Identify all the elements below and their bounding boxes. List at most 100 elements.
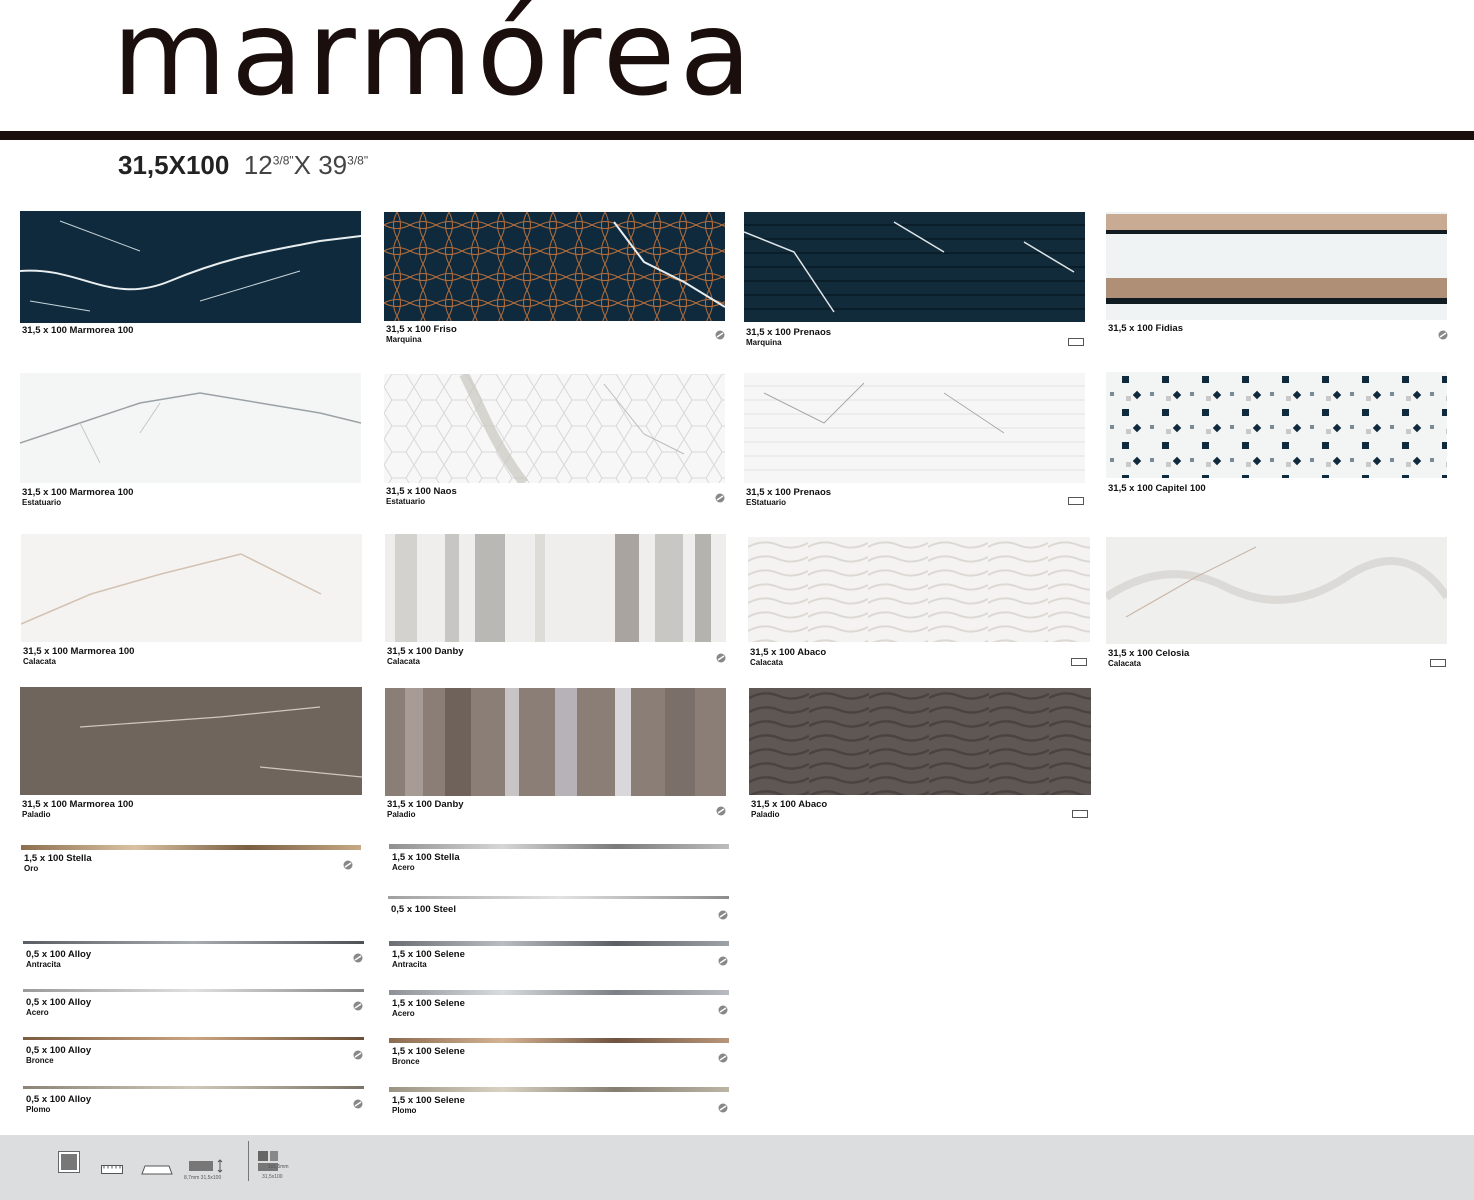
strip-bar (23, 1086, 364, 1089)
strip-sublabel: Acero (26, 1008, 49, 1017)
tile-label: 31,5 x 100 Marmorea 100 (23, 646, 135, 657)
metal-finish-icon (716, 648, 726, 667)
strip-bar (389, 1038, 729, 1043)
strip-label: 0,5 x 100 Alloy (26, 997, 92, 1008)
metal-finish-icon (1438, 325, 1448, 344)
tile-caption: 31,5 x 100 Marmorea 100 Paladio (22, 800, 133, 820)
metal-finish-icon (718, 1098, 728, 1117)
strip-alloy-bronce[interactable]: 0,5 x 100 Alloy Bronce (23, 1037, 364, 1067)
legend-footer: 8,7mm 31,5x100 1x1,5mm 31,5x100 (0, 1135, 1474, 1200)
tile-label: 31,5 x 100 Prenaos (746, 487, 832, 498)
tile-marmorea-estatuario[interactable]: 31,5 x 100 Marmorea 100 Estatuario (20, 373, 362, 513)
strip-label: 1,5 x 100 Stella (392, 852, 460, 863)
strip-label: 1,5 x 100 Stella (24, 853, 92, 864)
strip-label: 0,5 x 100 Alloy (26, 949, 92, 960)
tile-sublabel: Estatuario (22, 498, 62, 507)
metal-finish-icon (718, 951, 728, 970)
tile-naos-estatuario[interactable]: 31,5 x 100 Naos Estatuario (384, 374, 726, 514)
strip-selene-bronce[interactable]: 1,5 x 100 Selene Bronce (389, 1038, 729, 1070)
tile-caption: 31,5 x 100 Abaco Paladio (751, 800, 827, 820)
tile-label: 31,5 x 100 Capitel 100 (1108, 483, 1206, 494)
tile-celosia-calacata[interactable]: 31,5 x 100 Celosia Calacata (1106, 537, 1448, 677)
tile-abaco-paladio[interactable]: 31,5 x 100 Abaco Paladio (749, 688, 1091, 828)
size-imperial-a: 12 (243, 150, 273, 180)
strip-selene-antracita[interactable]: 1,5 x 100 Selene Antracita (389, 941, 729, 973)
tile-label: 31,5 x 100 Prenaos (746, 327, 832, 338)
tile-label: 31,5 x 100 Fidias (1108, 323, 1183, 334)
strip-label: 1,5 x 100 Selene (392, 1046, 465, 1057)
swatch-prenaos-marquina (744, 212, 1085, 322)
swatch-prenaos-estatuario (744, 373, 1085, 483)
strip-selene-acero[interactable]: 1,5 x 100 Selene Acero (389, 990, 729, 1022)
swatch-marmorea-estatuario (20, 373, 361, 483)
tile-sublabel: EStatuario (746, 498, 787, 507)
metal-finish-icon (353, 948, 363, 967)
strip-bar (23, 1037, 364, 1040)
tile-marmorea-paladio[interactable]: 31,5 x 100 Marmorea 100 Paladio (20, 687, 362, 827)
strip-alloy-acero[interactable]: 0,5 x 100 Alloy Acero (23, 989, 364, 1019)
tile-fidias[interactable]: 31,5 x 100 Fidias (1106, 212, 1448, 352)
swatch-abaco-paladio (749, 688, 1091, 795)
strip-caption: 1,5 x 100 Selene Bronce (392, 1047, 465, 1067)
strip-caption: 1,5 x 100 Stella Oro (24, 854, 92, 874)
tile-prenaos-estatuario[interactable]: 31,5 x 100 Prenaos EStatuario (744, 373, 1086, 513)
swatch-danby-paladio (385, 688, 726, 796)
tile-caption: 31,5 x 100 Fidias (1108, 324, 1183, 334)
header-rule (0, 131, 1474, 140)
strip-label: 1,5 x 100 Selene (392, 1095, 465, 1106)
strip-label: 0,5 x 100 Steel (391, 904, 456, 915)
tile-label: 31,5 x 100 Danby (387, 799, 464, 810)
tile-marmorea-calacata[interactable]: 31,5 x 100 Marmorea 100 Calacata (21, 534, 363, 674)
size-imperial-b-frac: 3/8" (347, 153, 369, 168)
tile-label: 31,5 x 100 Abaco (750, 647, 827, 658)
strip-label: 0,5 x 100 Alloy (26, 1094, 92, 1105)
strip-bar (389, 1087, 729, 1092)
strip-alloy-plomo[interactable]: 0,5 x 100 Alloy Plomo (23, 1086, 364, 1116)
bevel-icon (141, 1160, 173, 1179)
strip-label: 1,5 x 100 Selene (392, 949, 465, 960)
strip-caption: 0,5 x 100 Alloy Bronce (26, 1046, 91, 1066)
strip-label: 1,5 x 100 Selene (392, 998, 465, 1009)
tile-friso-marquina[interactable]: 31,5 x 100 Friso Marquina (384, 212, 726, 352)
tile-prenaos-marquina[interactable]: 31,5 x 100 Prenaos Marquina (744, 212, 1086, 352)
tile-danby-calacata[interactable]: 31,5 x 100 Danby Calacata (385, 534, 727, 674)
tile-caption: 31,5 x 100 Friso Marquina (386, 325, 457, 345)
mosaic-size: 1x1,5mm (268, 1164, 289, 1170)
tile-caption: 31,5 x 100 Marmorea 100 (22, 326, 133, 336)
strip-sublabel: Bronce (26, 1056, 54, 1065)
tile-label: 31,5 x 100 Friso (386, 324, 457, 335)
size-imperial-sep: X 39 (293, 150, 348, 180)
strip-caption: 0,5 x 100 Steel (391, 905, 456, 915)
strip-alloy-antracita[interactable]: 0,5 x 100 Alloy Antracita (23, 941, 364, 971)
tile-caption: 31,5 x 100 Danby Calacata (387, 647, 464, 667)
strip-sublabel: Acero (392, 863, 415, 872)
tile-danby-paladio[interactable]: 31,5 x 100 Danby Paladio (385, 688, 727, 828)
format-size: 31,5X100 123/8"X 393/8" (118, 150, 368, 181)
swatch-fidias (1106, 212, 1447, 320)
tile-caption: 31,5 x 100 Capitel 100 (1108, 484, 1206, 494)
relief-icon (1430, 652, 1446, 671)
tile-label: 31,5 x 100 Marmorea 100 (22, 325, 134, 336)
strip-stella-acero[interactable]: 1,5 x 100 Stella Acero (389, 844, 729, 884)
strip-selene-plomo[interactable]: 1,5 x 100 Selene Plomo (389, 1087, 729, 1119)
strip-sublabel: Plomo (26, 1105, 51, 1114)
strip-steel[interactable]: 0,5 x 100 Steel (388, 896, 729, 926)
tile-marmorea-marquina[interactable]: 31,5 x 100 Marmorea 100 (20, 211, 362, 351)
tile-sublabel: Calacata (23, 657, 56, 666)
metal-finish-icon (716, 801, 726, 820)
relief-icon (101, 1159, 123, 1178)
tile-abaco-calacata[interactable]: 31,5 x 100 Abaco Calacata (748, 537, 1090, 677)
strip-label: 0,5 x 100 Alloy (26, 1045, 92, 1056)
strip-stella-oro[interactable]: 1,5 x 100 Stella Oro (21, 845, 361, 885)
strip-caption: 1,5 x 100 Selene Plomo (392, 1096, 465, 1116)
strip-bar (23, 941, 364, 944)
tile-capitel[interactable]: 31,5 x 100 Capitel 100 (1106, 372, 1448, 512)
strip-caption: 0,5 x 100 Alloy Antracita (26, 950, 91, 970)
tile-label: 31,5 x 100 Celosia (1108, 648, 1190, 659)
tile-label: 31,5 x 100 Marmorea 100 (22, 487, 134, 498)
metal-finish-icon (715, 325, 725, 344)
size-metric: 31,5X100 (118, 150, 230, 180)
metal-finish-icon (343, 855, 353, 874)
tile-sublabel: Marquina (746, 338, 782, 347)
tile-caption: 31,5 x 100 Celosia Calacata (1108, 649, 1189, 669)
